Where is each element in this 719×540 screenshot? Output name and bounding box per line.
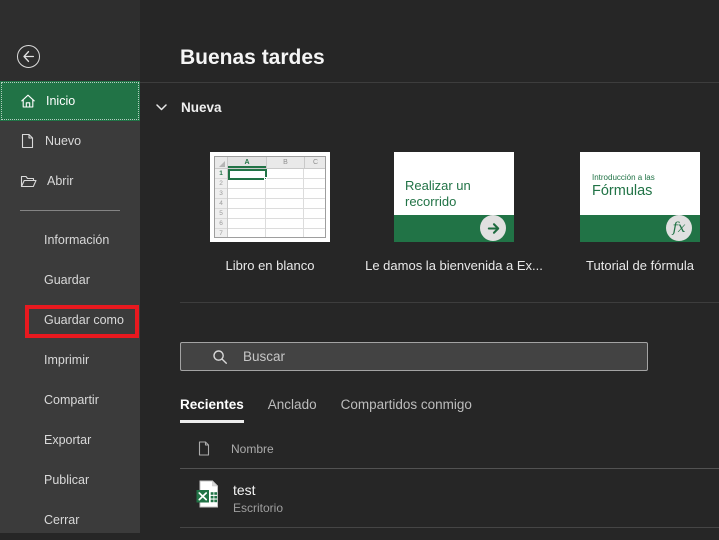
sheet-col-header: B xyxy=(267,157,305,169)
file-name: test xyxy=(233,482,256,498)
tab-anclado[interactable]: Anclado xyxy=(268,397,317,423)
sidebar-item-label: Exportar xyxy=(44,433,92,447)
sidebar-item-guardar-como[interactable]: Guardar como xyxy=(0,300,140,340)
template-welcome-tour[interactable]: Realizar un recorrido xyxy=(394,152,514,242)
sidebar-item-label: Abrir xyxy=(47,174,74,188)
sheet-row-header: 7 xyxy=(215,229,227,237)
file-location: Escritorio xyxy=(233,501,284,515)
sheet-row-header: 4 xyxy=(215,199,227,209)
formula-preview-title: Fórmulas xyxy=(592,183,653,199)
sidebar-item-label: Nuevo xyxy=(45,134,82,148)
sidebar-item-label: Cerrar xyxy=(44,513,80,527)
sidebar-item-guardar[interactable]: Guardar xyxy=(0,260,140,300)
template-blank-workbook[interactable]: A B C 1 2 3 4 5 6 7 xyxy=(210,152,330,242)
sheet-row-header: 5 xyxy=(215,209,227,219)
divider xyxy=(180,527,719,528)
search-input[interactable] xyxy=(243,349,639,364)
sheet-row-header: 1 xyxy=(215,169,227,179)
open-folder-icon xyxy=(20,174,37,189)
arrow-right-icon xyxy=(480,215,506,241)
template-label-formula-tutorial[interactable]: Tutorial de fórmula xyxy=(550,258,719,273)
tour-preview-title: Realizar un recorrido xyxy=(405,178,471,210)
sheet-row-headers: 1 2 3 4 5 6 7 xyxy=(215,169,228,237)
greeting-title: Buenas tardes xyxy=(180,46,325,69)
new-section-title: Nueva xyxy=(181,100,222,115)
sheet-row-header: 2 xyxy=(215,179,227,189)
sheet-col-header: C xyxy=(305,157,325,169)
backstage-sidebar: Inicio Nuevo Abrir Información Guardar G… xyxy=(0,0,140,533)
sidebar-item-inicio[interactable]: Inicio xyxy=(0,81,140,121)
template-label-blank-workbook[interactable]: Libro en blanco xyxy=(180,258,360,273)
search-icon xyxy=(181,349,228,365)
sidebar-item-nuevo[interactable]: Nuevo xyxy=(0,121,140,161)
backstage-main: Buenas tardes Nueva A B C 1 2 3 4 5 6 7 xyxy=(140,0,719,533)
template-formula-tutorial[interactable]: Introducción a las Fórmulas fx xyxy=(580,152,700,242)
sidebar-item-abrir[interactable]: Abrir xyxy=(0,161,140,201)
name-column-header[interactable]: Nombre xyxy=(231,442,274,456)
divider xyxy=(140,82,719,83)
sidebar-item-label: Información xyxy=(44,233,110,247)
home-icon xyxy=(20,93,36,109)
new-section-header[interactable]: Nueva xyxy=(156,100,222,115)
tab-recientes[interactable]: Recientes xyxy=(180,397,244,423)
sidebar-nav: Inicio Nuevo Abrir Información Guardar G… xyxy=(0,81,140,540)
back-arrow-icon xyxy=(22,50,35,63)
search-bar[interactable] xyxy=(180,342,648,371)
divider xyxy=(180,302,719,303)
file-row-test[interactable]: test Escritorio xyxy=(180,469,719,527)
sidebar-item-cerrar[interactable]: Cerrar xyxy=(0,500,140,540)
sidebar-header xyxy=(0,0,140,81)
blank-workbook-preview: A B C 1 2 3 4 5 6 7 xyxy=(214,156,326,238)
sidebar-item-exportar[interactable]: Exportar xyxy=(0,420,140,460)
sheet-col-header: A xyxy=(228,157,267,169)
sidebar-item-label: Guardar como xyxy=(44,313,124,327)
sidebar-item-imprimir[interactable]: Imprimir xyxy=(0,340,140,380)
recents-tabs: Recientes Anclado Compartidos conmigo xyxy=(180,397,472,423)
sidebar-item-publicar[interactable]: Publicar xyxy=(0,460,140,500)
sheet-selected-cell xyxy=(228,169,267,180)
sidebar-item-label: Compartir xyxy=(44,393,99,407)
fx-icon: fx xyxy=(666,215,692,241)
new-document-icon xyxy=(20,133,35,149)
file-list-header: Nombre xyxy=(198,441,274,456)
tab-compartidos-conmigo[interactable]: Compartidos conmigo xyxy=(341,397,472,423)
sidebar-divider xyxy=(20,210,120,211)
sidebar-item-label: Inicio xyxy=(46,94,76,108)
formula-preview-subtitle: Introducción a las xyxy=(592,173,655,182)
sidebar-item-informacion[interactable]: Información xyxy=(0,220,140,260)
sheet-row-header: 6 xyxy=(215,219,227,229)
chevron-down-icon xyxy=(156,104,167,111)
excel-file-icon xyxy=(196,480,220,508)
sheet-row-header: 3 xyxy=(215,189,227,199)
back-button[interactable] xyxy=(17,45,40,68)
sidebar-item-label: Guardar xyxy=(44,273,90,287)
sidebar-item-compartir[interactable]: Compartir xyxy=(0,380,140,420)
sheet-corner-cell xyxy=(215,157,228,169)
sidebar-item-label: Imprimir xyxy=(44,353,90,367)
template-label-welcome-tour[interactable]: Le damos la bienvenida a Ex... xyxy=(364,258,544,273)
sidebar-item-label: Publicar xyxy=(44,473,90,487)
document-icon xyxy=(198,441,210,456)
